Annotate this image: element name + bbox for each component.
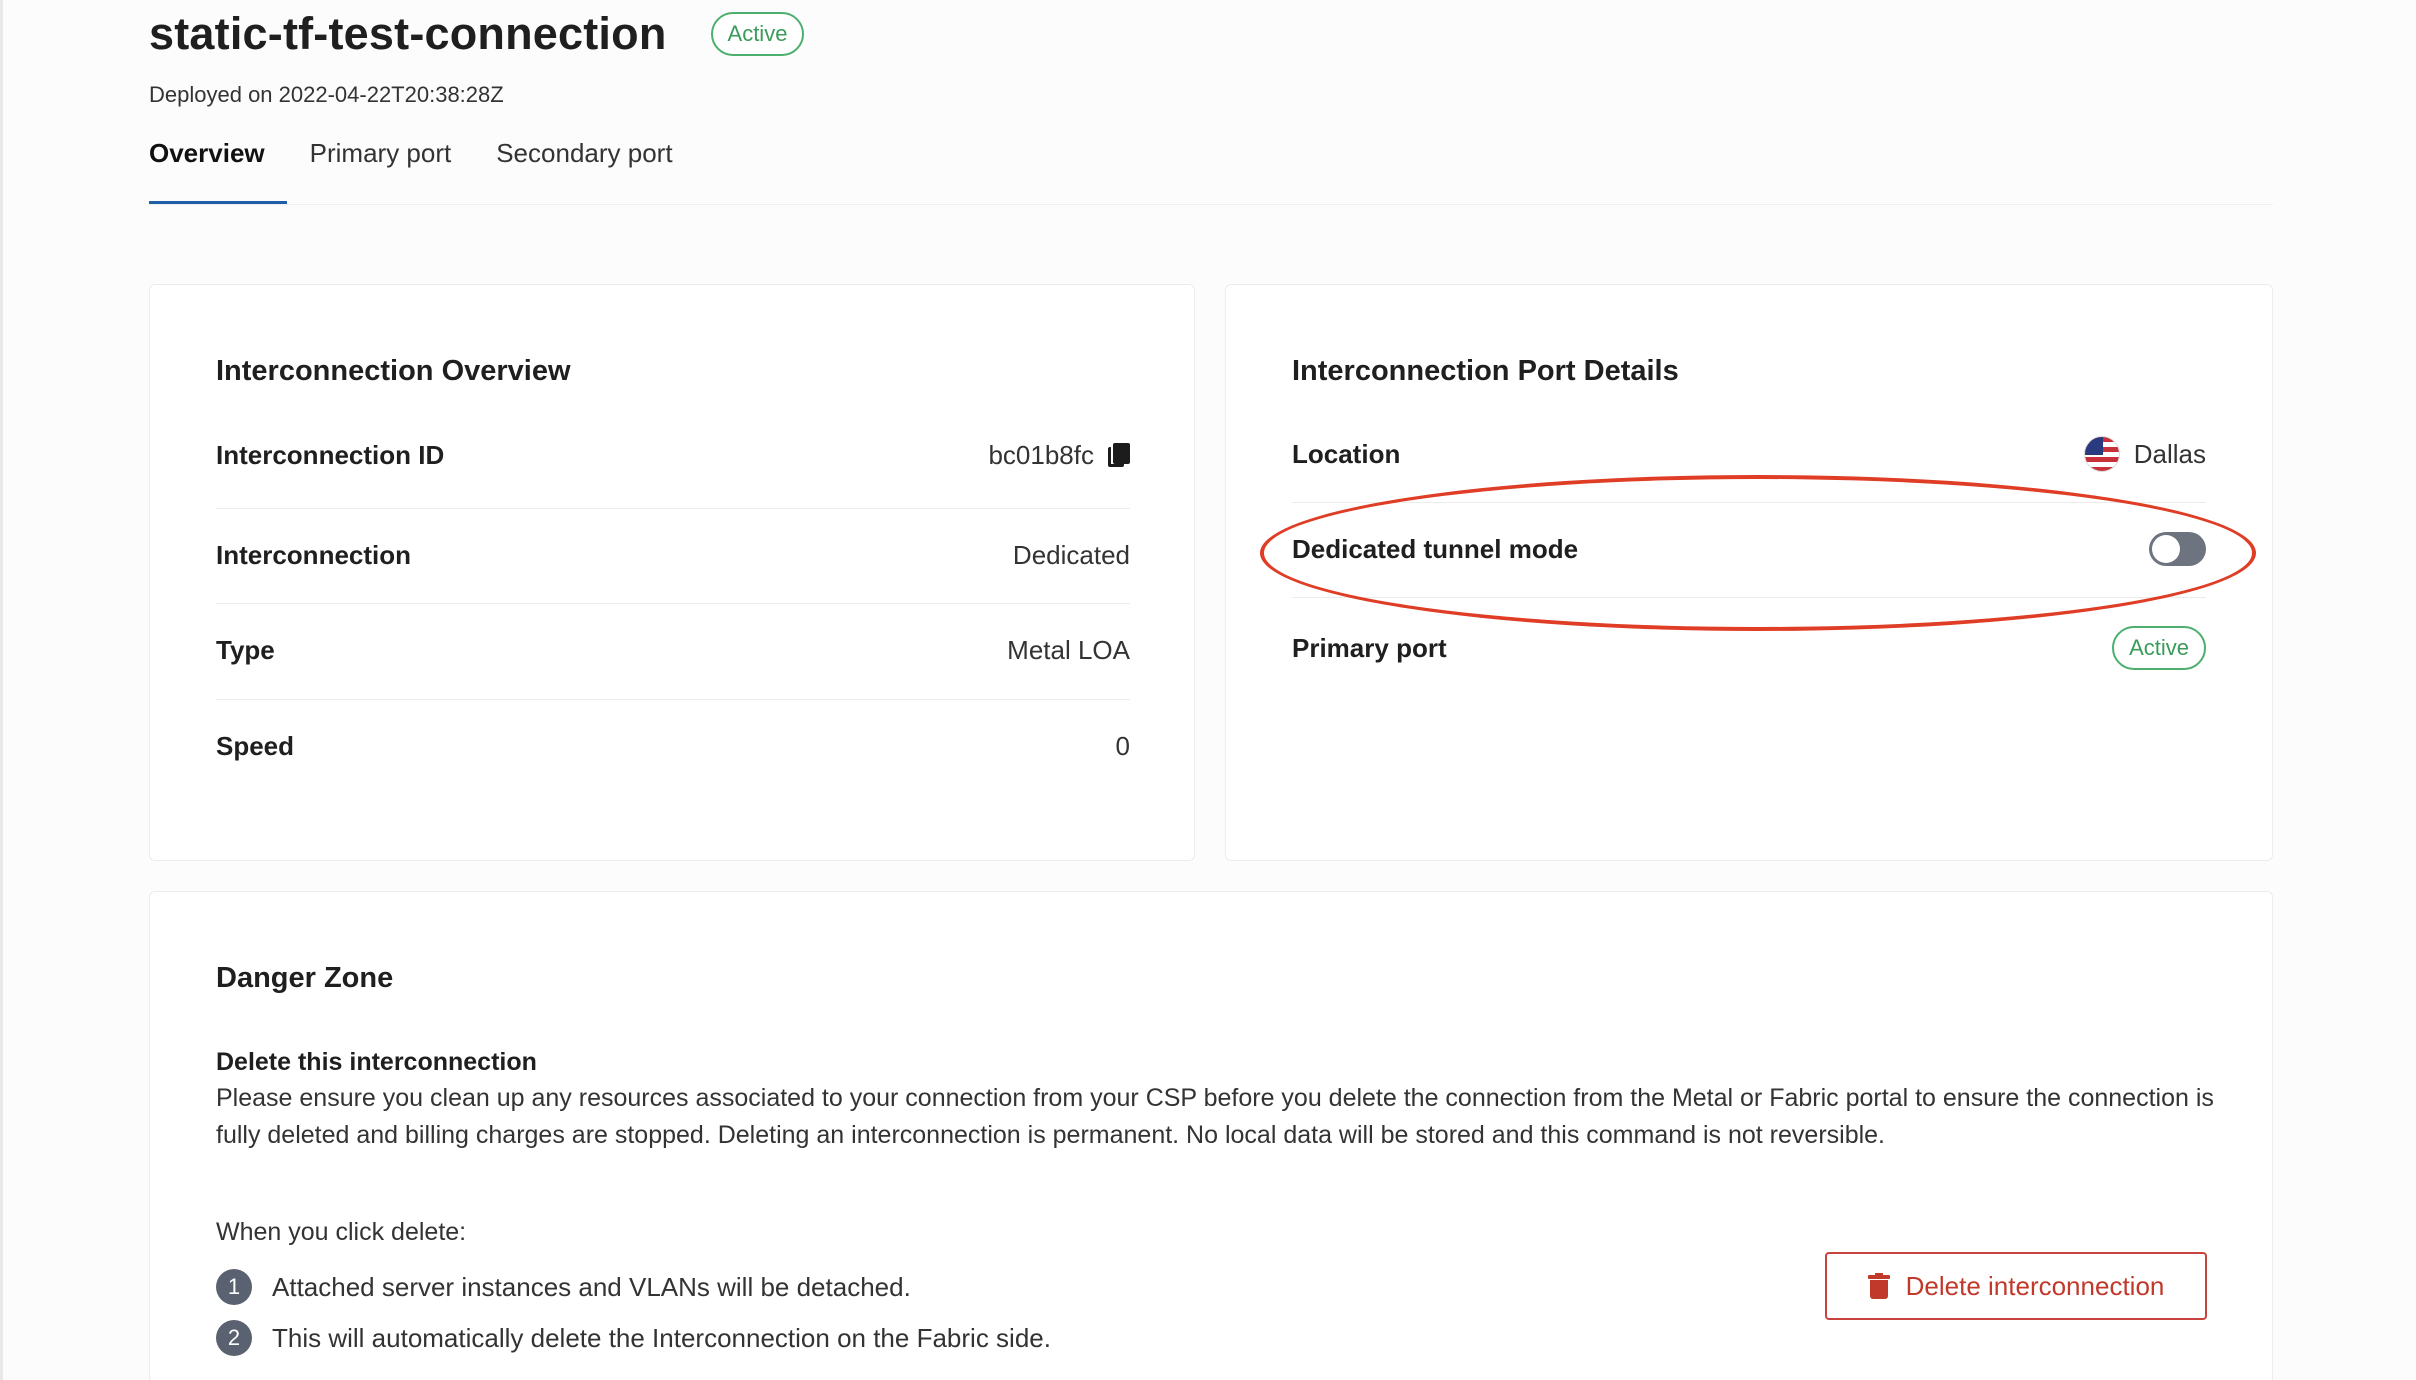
- overview-title: Interconnection Overview: [216, 355, 571, 387]
- danger-zone-card: Danger Zone Delete this interconnection …: [149, 891, 2273, 1380]
- step-text: Attached server instances and VLANs will…: [272, 1271, 911, 1302]
- speed-label: Speed: [216, 731, 295, 761]
- row-divider: [1292, 597, 2206, 598]
- type-label: Type: [216, 635, 275, 665]
- interconnection-id-value-group: bc01b8fc: [988, 440, 1130, 471]
- tunnel-mode-label: Dedicated tunnel mode: [1292, 533, 1579, 564]
- speed-row: Speed 0: [216, 731, 1130, 762]
- primary-port-label: Primary port: [1292, 632, 1447, 663]
- speed-value: 0: [1115, 731, 1130, 761]
- page: static-tf-test-connection Active Deploye…: [0, 0, 2416, 1380]
- location-value: Dallas: [2133, 438, 2206, 469]
- tunnel-mode-row: Dedicated tunnel mode: [1292, 530, 2206, 568]
- location-label: Location: [1292, 438, 1401, 469]
- tab-overview[interactable]: Overview: [149, 130, 287, 204]
- copy-icon[interactable]: [1108, 442, 1130, 469]
- interconnection-label: Interconnection: [216, 540, 412, 570]
- type-row: Type Metal LOA: [216, 635, 1130, 666]
- tunnel-mode-toggle[interactable]: [2149, 532, 2206, 566]
- left-edge: [0, 0, 3, 1380]
- primary-port-row: Primary port Active: [1292, 625, 2206, 671]
- type-value: Metal LOA: [1007, 635, 1130, 665]
- when-delete-text: When you click delete:: [216, 1218, 467, 1246]
- title-row: static-tf-test-connection Active: [149, 6, 805, 62]
- interconnection-id-value: bc01b8fc: [988, 440, 1094, 470]
- row-divider: [216, 508, 1130, 509]
- interconnection-overview-card: Interconnection Overview Interconnection…: [149, 284, 1195, 861]
- primary-port-status-badge: Active: [2112, 626, 2206, 670]
- status-badge: Active: [710, 12, 805, 56]
- trash-icon: [1867, 1273, 1890, 1299]
- toggle-knob: [2152, 535, 2180, 563]
- us-flag-icon: [2083, 436, 2120, 472]
- port-details-title: Interconnection Port Details: [1292, 355, 1679, 387]
- row-divider: [216, 699, 1130, 700]
- step-number: 2: [216, 1320, 252, 1356]
- step-item: 2 This will automatically delete the Int…: [216, 1320, 1051, 1356]
- delete-interconnection-button[interactable]: Delete interconnection: [1825, 1252, 2207, 1320]
- step-item: 1 Attached server instances and VLANs wi…: [216, 1269, 911, 1305]
- location-row: Location Dallas: [1292, 435, 2206, 473]
- interconnection-id-label: Interconnection ID: [216, 440, 445, 470]
- tab-bar: Overview Primary port Secondary port: [149, 130, 718, 204]
- page-title: static-tf-test-connection: [149, 8, 667, 59]
- interconnection-port-details-card: Interconnection Port Details Location Da…: [1225, 284, 2273, 861]
- tab-secondary-port[interactable]: Secondary port: [496, 130, 672, 204]
- step-text: This will automatically delete the Inter…: [272, 1322, 1051, 1353]
- tab-divider: [149, 204, 2273, 205]
- danger-zone-title: Danger Zone: [216, 962, 394, 994]
- row-divider: [216, 603, 1130, 604]
- interconnection-id-row: Interconnection ID bc01b8fc: [216, 440, 1130, 471]
- location-value-group: Dallas: [2083, 436, 2206, 472]
- tab-primary-port[interactable]: Primary port: [310, 130, 452, 204]
- row-divider: [1292, 502, 2206, 503]
- step-number: 1: [216, 1269, 252, 1305]
- deployed-timestamp: Deployed on 2022-04-22T20:38:28Z: [149, 82, 504, 107]
- delete-heading: Delete this interconnection: [216, 1048, 537, 1076]
- delete-description: Please ensure you clean up any resources…: [216, 1084, 2214, 1149]
- page-header: static-tf-test-connection Active Deploye…: [149, 6, 805, 108]
- delete-button-label: Delete interconnection: [1905, 1270, 2165, 1301]
- interconnection-row: Interconnection Dedicated: [216, 540, 1130, 571]
- interconnection-value: Dedicated: [1012, 540, 1130, 570]
